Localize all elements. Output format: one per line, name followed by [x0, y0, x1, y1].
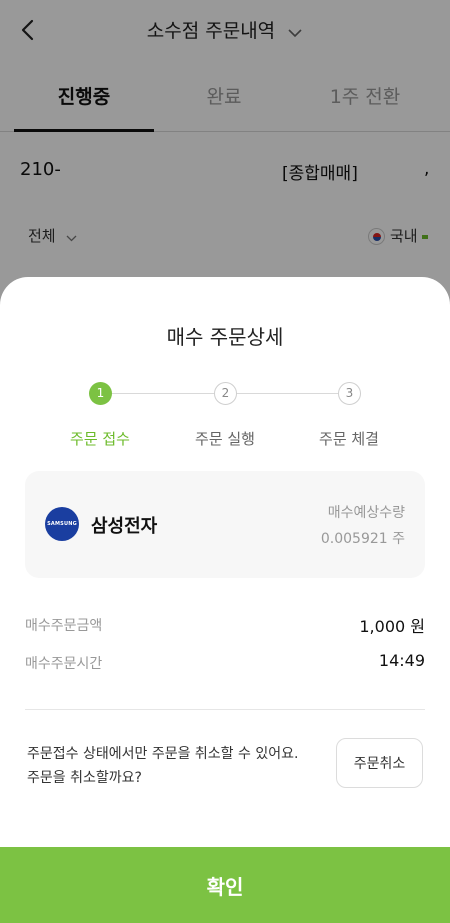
step-connector — [111, 393, 214, 394]
divider — [25, 709, 425, 710]
step-1-label: 주문 접수 — [70, 430, 130, 448]
order-amount-value: 1,000 원 — [359, 617, 425, 636]
order-amount-label: 매수주문금액 — [25, 618, 103, 634]
cancel-notice-line-2: 주문을 취소할까요? — [27, 770, 142, 786]
stock-name: 삼성전자 — [91, 516, 158, 537]
expected-quantity-label: 매수예상수량 — [327, 505, 405, 521]
cancel-order-button[interactable]: 주문취소 — [336, 738, 423, 788]
sheet-title: 매수 주문상세 — [166, 325, 284, 349]
order-time-label: 매수주문시간 — [25, 656, 103, 672]
step-2-circle: 2 — [214, 382, 237, 405]
expected-quantity-value: 0.005921 주 — [320, 531, 405, 547]
cancel-notice: 주문접수 상태에서만 주문을 취소할 수 있어요. 주문을 취소할까요? — [27, 742, 327, 790]
step-connector — [236, 393, 338, 394]
step-3-label: 주문 체결 — [319, 430, 379, 448]
order-time-row: 매수주문시간 14:49 — [25, 651, 425, 677]
confirm-button[interactable]: 확인 — [0, 847, 450, 923]
order-amount-row: 매수주문금액 1,000 원 — [25, 613, 425, 639]
samsung-logo: SAMSUNG — [45, 507, 79, 541]
stock-card: SAMSUNG 삼성전자 매수예상수량 0.005921 주 — [25, 471, 425, 578]
step-1-circle: 1 — [89, 382, 112, 405]
step-3-circle: 3 — [338, 382, 361, 405]
order-detail-sheet: 매수 주문상세 1 2 3 주문 접수 주문 실행 주문 체결 SAMSUNG … — [0, 277, 450, 923]
order-progress-stepper: 1 2 3 주문 접수 주문 실행 주문 체결 — [0, 382, 450, 452]
cancel-notice-line-1: 주문접수 상태에서만 주문을 취소할 수 있어요. — [27, 746, 299, 762]
order-time-value: 14:49 — [378, 651, 425, 670]
step-2-label: 주문 실행 — [195, 430, 255, 448]
